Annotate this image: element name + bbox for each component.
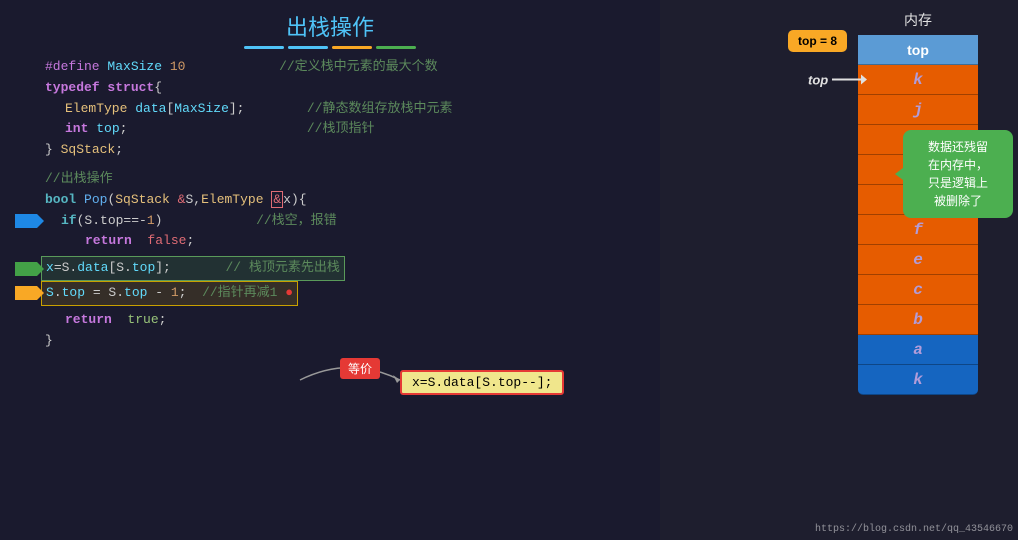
cell-label-e: e bbox=[913, 251, 923, 269]
code-if-line: if(S.top==-1) //栈空，报错 bbox=[41, 211, 337, 232]
mem-cell-j: j bbox=[858, 95, 978, 125]
mem-cell-k-bottom: k bbox=[858, 365, 978, 395]
memory-panel: 内存 top top = 8 k top j i h g f e bbox=[818, 0, 1018, 540]
title-section: 出栈操作 bbox=[15, 10, 645, 49]
code-line-xdata: x=S.data[S.top]; // 栈顶元素先出栈 bbox=[15, 256, 645, 281]
top-header-label: top bbox=[907, 42, 929, 58]
top-pointer: top bbox=[808, 72, 862, 87]
mem-cell-e: e bbox=[858, 245, 978, 275]
underline-2 bbox=[288, 46, 328, 49]
code-line-inttop: int top; //栈顶指针 bbox=[15, 119, 645, 140]
code-line-define: #define MaxSize 10 //定义栈中元素的最大个数 bbox=[15, 57, 645, 78]
code-line-elemtype: ElemType data[MaxSize]; //静态数组存放栈中元素 bbox=[15, 99, 645, 120]
code-pop-comment: //出栈操作 bbox=[45, 169, 113, 190]
mem-cell-top-header: top top = 8 bbox=[858, 35, 978, 65]
arrow-blue-icon bbox=[15, 214, 37, 228]
code-inttop-line: int top; //栈顶指针 bbox=[45, 119, 374, 140]
top-badge: top = 8 bbox=[788, 30, 847, 52]
code-area: #define MaxSize 10 //定义栈中元素的最大个数 typedef… bbox=[15, 57, 645, 351]
memory-title: 内存 bbox=[818, 10, 1018, 30]
code-sqstack-line: } SqStack; bbox=[45, 140, 123, 161]
main-container: 出栈操作 #define MaxSize 10 //定义栈中元素的最大个数 ty… bbox=[0, 0, 1018, 540]
arrow-green-icon bbox=[15, 262, 37, 276]
mem-cell-c: c bbox=[858, 275, 978, 305]
cell-label-a: a bbox=[913, 341, 923, 359]
code-line-sqstack: } SqStack; bbox=[15, 140, 645, 161]
arrow-yellow-icon bbox=[15, 286, 37, 300]
cell-label-k-bottom: k bbox=[913, 371, 923, 389]
info-bubble: 数据还残留在内存中，只是逻辑上被删除了 bbox=[903, 130, 1013, 218]
underline-4 bbox=[376, 46, 416, 49]
code-stopdec-line: S.top = S.top - 1; //指针再减1 ● bbox=[41, 281, 298, 306]
code-line-pop: bool Pop(SqStack &S,ElemType &x){ bbox=[15, 190, 645, 211]
code-xdata-line: x=S.data[S.top]; // 栈顶元素先出栈 bbox=[41, 256, 345, 281]
code-typedef-line: typedef struct{ bbox=[45, 78, 162, 99]
code-line-typedef: typedef struct{ bbox=[15, 78, 645, 99]
cell-label-b: b bbox=[913, 311, 923, 329]
code-line-stopdec: S.top = S.top - 1; //指针再减1 ● bbox=[15, 281, 645, 306]
underline-1 bbox=[244, 46, 284, 49]
code-close-brace: } bbox=[45, 331, 53, 352]
title-underline bbox=[15, 46, 645, 49]
mem-cell-k8: k top bbox=[858, 65, 978, 95]
code-line-comment-pop: //出栈操作 bbox=[15, 169, 645, 190]
top-arrow bbox=[832, 79, 862, 81]
info-bubble-text: 数据还残留在内存中，只是逻辑上被删除了 bbox=[928, 140, 988, 208]
cell-label-j: j bbox=[913, 101, 923, 119]
code-line-close: } bbox=[15, 331, 645, 352]
code-line-if: if(S.top==-1) //栈空，报错 bbox=[15, 211, 645, 232]
code-define-line: #define MaxSize 10 //定义栈中元素的最大个数 bbox=[45, 57, 438, 78]
cell-label-c: c bbox=[913, 281, 923, 299]
cell-label-k8: k bbox=[913, 71, 923, 89]
gap-1 bbox=[15, 161, 645, 169]
code-elemtype-line: ElemType data[MaxSize]; //静态数组存放栈中元素 bbox=[45, 99, 453, 120]
equiv-code-box: x=S.data[S.top--]; bbox=[400, 370, 564, 395]
mem-cell-a: a bbox=[858, 335, 978, 365]
top-pointer-text: top bbox=[808, 72, 828, 87]
code-panel: 出栈操作 #define MaxSize 10 //定义栈中元素的最大个数 ty… bbox=[0, 0, 660, 540]
code-line-return-false: return false; bbox=[15, 231, 645, 252]
code-return-false: return false; bbox=[45, 231, 194, 252]
code-return-true: return true; bbox=[45, 310, 166, 331]
equiv-code-text: x=S.data[S.top--]; bbox=[412, 375, 552, 390]
watermark: https://blog.csdn.net/qq_43546670 bbox=[815, 524, 1013, 535]
underline-3 bbox=[332, 46, 372, 49]
mem-cell-f: f bbox=[858, 215, 978, 245]
code-pop-line: bool Pop(SqStack &S,ElemType &x){ bbox=[45, 190, 307, 211]
dengja-badge: 等价 bbox=[340, 358, 380, 379]
mem-cell-b: b bbox=[858, 305, 978, 335]
page-title: 出栈操作 bbox=[15, 10, 645, 42]
cell-label-f: f bbox=[913, 221, 923, 239]
code-line-return-true: return true; bbox=[15, 310, 645, 331]
